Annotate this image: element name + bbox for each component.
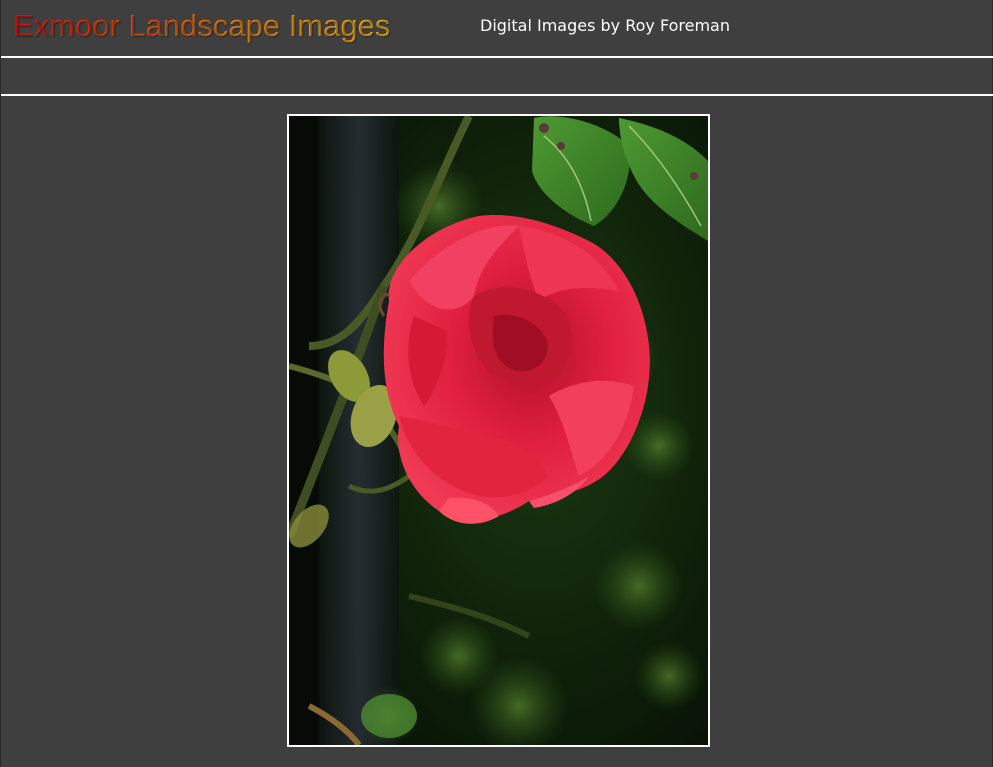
photo-frame bbox=[287, 114, 710, 747]
nav-bar bbox=[1, 58, 993, 96]
page: Exmoor Landscape Images Digital Images b… bbox=[0, 0, 993, 767]
site-subtitle: Digital Images by Roy Foreman bbox=[480, 16, 730, 35]
site-header: Exmoor Landscape Images Digital Images b… bbox=[1, 0, 993, 58]
red-rose-icon bbox=[289, 116, 708, 745]
site-title[interactable]: Exmoor Landscape Images bbox=[13, 8, 390, 44]
